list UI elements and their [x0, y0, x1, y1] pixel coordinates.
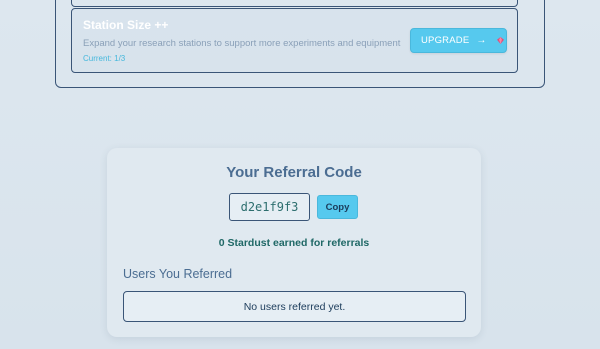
- referral-code-field[interactable]: d2e1f9f3: [229, 193, 310, 221]
- arrow-right-icon: →: [476, 35, 487, 46]
- copy-button[interactable]: Copy: [317, 195, 358, 219]
- upgrade-card-station-size: Station Size ++ Expand your research sta…: [71, 8, 518, 73]
- upgrade-button-label: UPGRADE: [421, 35, 470, 46]
- referral-title: Your Referral Code: [226, 164, 362, 181]
- empty-referrals-message: No users referred yet.: [243, 300, 346, 313]
- users-referred-list: No users referred yet.: [123, 291, 466, 322]
- previous-upgrade-card: [71, 0, 518, 7]
- gem-icon: [497, 37, 505, 44]
- upgrade-description: Expand your research stations to support…: [83, 38, 401, 49]
- upgrade-title: Station Size ++: [83, 18, 169, 32]
- users-referred-heading: Users You Referred: [123, 267, 233, 281]
- upgrade-current-level: Current: 1/3: [83, 54, 126, 63]
- upgrade-button[interactable]: UPGRADE →: [410, 28, 507, 53]
- referral-card: Your Referral Code d2e1f9f3 Copy 0 Stard…: [107, 148, 481, 337]
- stardust-earned-text: 0 Stardust earned for referrals: [218, 237, 370, 249]
